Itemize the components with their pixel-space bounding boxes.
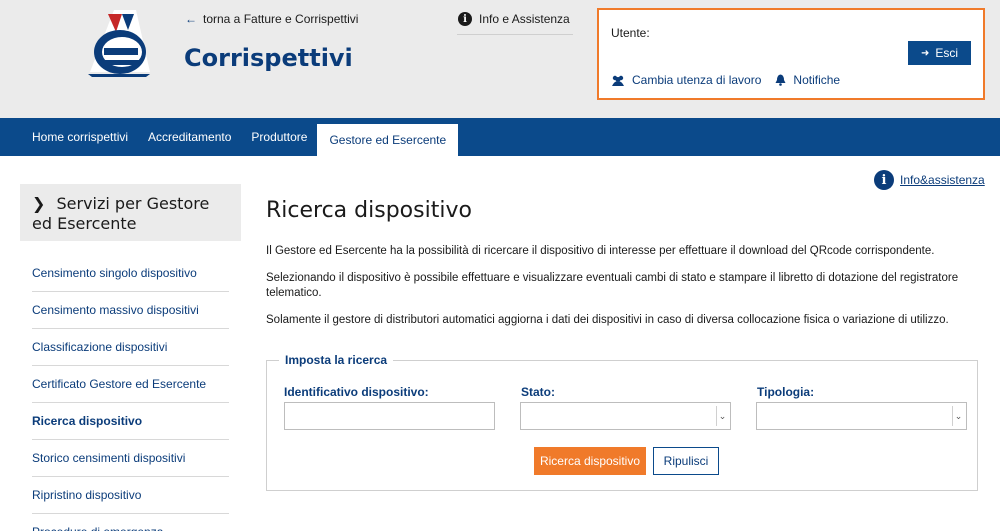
- type-label: Tipologia:: [757, 385, 815, 399]
- app-title: Corrispettivi: [184, 44, 353, 72]
- bell-icon: [775, 74, 786, 86]
- info-link-label: Info e Assistenza: [479, 12, 570, 26]
- users-icon: [612, 75, 624, 86]
- info-assistenza-link[interactable]: i Info e Assistenza: [458, 12, 570, 26]
- clear-button[interactable]: Ripulisci: [653, 447, 719, 475]
- nav-item-gestore[interactable]: Gestore ed Esercente: [317, 124, 459, 156]
- info-icon: i: [874, 170, 894, 190]
- sidebar-item-emergenza[interactable]: Procedure di emergenza: [32, 514, 229, 531]
- sidebar-item-ripristino[interactable]: Ripristino dispositivo: [32, 477, 229, 514]
- user-links: Cambia utenza di lavoro Notifiche: [611, 73, 854, 87]
- sign-out-icon: ➜: [920, 47, 930, 59]
- sidebar-list: Censimento singolo dispositivo Censiment…: [20, 255, 241, 531]
- chevron-down-icon: ⌄: [716, 406, 728, 426]
- change-user-label: Cambia utenza di lavoro: [632, 73, 762, 87]
- user-box: Utente: ➜ Esci Cambia utenza di lavoro N…: [597, 8, 985, 100]
- sidebar-item-storico[interactable]: Storico censimenti dispositivi: [32, 440, 229, 477]
- back-to-fatture-link[interactable]: ← torna a Fatture e Corrispettivi: [185, 12, 358, 26]
- sidebar-item-censimento-massivo[interactable]: Censimento massivo dispositivi: [32, 292, 229, 329]
- user-label: Utente:: [611, 26, 650, 40]
- description-paragraph: Solamente il gestore di distributori aut…: [266, 314, 949, 326]
- sidebar: ❯ Servizi per Gestore ed Esercente Censi…: [20, 184, 241, 531]
- search-device-button[interactable]: Ricerca dispositivo: [534, 447, 646, 475]
- search-form-legend: Imposta la ricerca: [279, 353, 394, 367]
- sidebar-heading-label: Servizi per Gestore ed Esercente: [32, 194, 210, 233]
- description-paragraph: Il Gestore ed Esercente ha la possibilit…: [266, 245, 935, 257]
- nav-item-accreditamento[interactable]: Accreditamento: [138, 118, 241, 156]
- chevron-down-icon: ⌄: [952, 406, 964, 426]
- header: ← torna a Fatture e Corrispettivi Corris…: [0, 0, 1000, 118]
- back-link-label: torna a Fatture e Corrispettivi: [203, 12, 359, 26]
- sidebar-item-certificato[interactable]: Certificato Gestore ed Esercente: [32, 366, 229, 403]
- nav-item-home[interactable]: Home corrispettivi: [22, 118, 138, 156]
- sidebar-heading: ❯ Servizi per Gestore ed Esercente: [20, 184, 241, 241]
- page-title: Ricerca dispositivo: [266, 198, 472, 223]
- change-user-link[interactable]: Cambia utenza di lavoro: [611, 73, 761, 87]
- status-label: Stato:: [521, 385, 555, 399]
- notifications-label: Notifiche: [793, 73, 841, 87]
- notifications-link[interactable]: Notifiche: [775, 73, 840, 87]
- main-nav: Home corrispettivi Accreditamento Produt…: [0, 118, 1000, 156]
- info-icon: i: [458, 12, 472, 26]
- search-form: Imposta la ricerca Identificativo dispos…: [266, 353, 978, 491]
- type-select[interactable]: ⌄: [756, 402, 967, 430]
- status-select[interactable]: ⌄: [520, 402, 731, 430]
- logout-button[interactable]: ➜ Esci: [908, 41, 971, 65]
- nav-item-produttore[interactable]: Produttore: [241, 118, 317, 156]
- agenzia-entrate-logo-icon: [88, 10, 150, 77]
- description-paragraph: Selezionando il dispositivo è possibile …: [266, 272, 959, 299]
- logout-label: Esci: [935, 46, 959, 60]
- arrow-left-icon: ←: [185, 12, 197, 26]
- sidebar-item-ricerca[interactable]: Ricerca dispositivo: [32, 403, 229, 440]
- divider: [457, 34, 573, 35]
- help-link-label: Info&assistenza: [900, 173, 985, 187]
- chevron-right-icon: ❯: [32, 194, 46, 213]
- sidebar-item-censimento-singolo[interactable]: Censimento singolo dispositivo: [32, 255, 229, 292]
- device-id-input[interactable]: [284, 402, 495, 430]
- info-assistenza-help-link[interactable]: i Info&assistenza: [874, 170, 985, 190]
- sidebar-item-classificazione[interactable]: Classificazione dispositivi: [32, 329, 229, 366]
- device-id-label: Identificativo dispositivo:: [284, 385, 429, 399]
